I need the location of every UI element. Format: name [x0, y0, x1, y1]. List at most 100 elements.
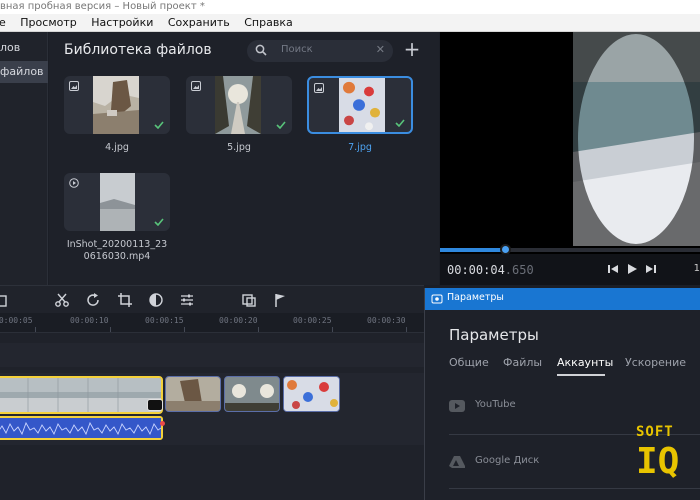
- audio-waveform: [0, 418, 162, 438]
- video-clip-main[interactable]: [0, 376, 163, 414]
- thumbnail-inshot: [100, 173, 135, 231]
- preview-player: 00:00:04.650 1: [440, 32, 700, 285]
- volume-value: 1: [693, 263, 700, 274]
- clear-search-icon[interactable]: ✕: [376, 43, 385, 56]
- menu-item-settings[interactable]: Настройки: [91, 14, 153, 32]
- ruler-tick: [35, 327, 36, 332]
- ruler-label-15: 00:00:15: [145, 316, 184, 325]
- ruler-tick: [184, 327, 185, 332]
- tab-acceleration[interactable]: Ускорение: [625, 356, 686, 369]
- google-drive-icon: [449, 456, 465, 468]
- previous-frame-icon[interactable]: [606, 262, 620, 276]
- file-library: Библиотека файлов Поиск ✕ + 4.jpg 5.jpg: [49, 32, 439, 285]
- menu-item-view[interactable]: Просмотр: [20, 14, 76, 32]
- file-card-4[interactable]: [64, 76, 170, 134]
- ruler-tick: [110, 327, 111, 332]
- thumbnail-5: [215, 76, 261, 134]
- insert-clip-icon[interactable]: [241, 292, 257, 308]
- progress-fill: [440, 248, 505, 252]
- image-clip-5[interactable]: [224, 376, 280, 412]
- watermark-top: SOFT: [636, 424, 674, 440]
- dialog-window-title: Параметры: [447, 292, 504, 303]
- file-card-5[interactable]: [186, 76, 292, 134]
- menu-bar: е Просмотр Настройки Сохранить Справка: [0, 14, 700, 32]
- image-icon: [314, 83, 324, 93]
- sidebar-item-1[interactable]: лов: [0, 37, 48, 59]
- thumbnail-4: [93, 76, 139, 134]
- next-frame-icon[interactable]: [644, 262, 658, 276]
- clip-thumb-7: [284, 377, 339, 411]
- watermark-bottom: IQ: [636, 441, 680, 482]
- cut-icon[interactable]: [54, 292, 70, 308]
- file-card-inshot[interactable]: [64, 173, 170, 231]
- dialog-titlebar: Параметры: [425, 288, 700, 310]
- dialog-heading: Параметры: [449, 326, 539, 344]
- ruler-label-10: 00:00:10: [70, 316, 109, 325]
- time-display: 00:00:04.650: [447, 263, 534, 277]
- clip-frames: [0, 378, 161, 412]
- ruler-tick: [406, 327, 407, 332]
- image-icon: [69, 81, 79, 91]
- image-icon: [191, 81, 201, 91]
- sidebar-item-files[interactable]: файлов: [0, 61, 48, 83]
- player-controls: 00:00:04.650 1: [440, 254, 700, 285]
- ruler-label-20: 00:00:20: [219, 316, 258, 325]
- account-google-drive-label: Google Диск: [475, 455, 540, 466]
- thumbnail-7: [339, 78, 385, 132]
- clip-thumb-4: [166, 377, 220, 411]
- rotate-icon[interactable]: [85, 292, 101, 308]
- check-icon: [395, 119, 405, 127]
- tab-accounts[interactable]: Аккаунты: [557, 356, 613, 369]
- audio-track-clip[interactable]: [0, 416, 163, 440]
- preview-frame: [573, 32, 700, 246]
- account-youtube-label: YouTube: [475, 399, 516, 410]
- app-icon: [431, 294, 443, 304]
- file-name-7: 7.jpg: [348, 142, 372, 153]
- tab-general[interactable]: Общие: [449, 356, 489, 369]
- search-placeholder: Поиск: [281, 44, 313, 55]
- marker-flag-icon[interactable]: [272, 292, 288, 308]
- softiq-watermark: SOFT IQ: [636, 424, 692, 490]
- transition-marker[interactable]: [147, 399, 163, 411]
- file-name-5: 5.jpg: [227, 142, 251, 153]
- library-title: Библиотека файлов: [64, 42, 212, 58]
- timeline-tracks: [0, 333, 424, 500]
- menu-item-file[interactable]: е: [0, 14, 6, 32]
- image-clip-4[interactable]: [165, 376, 221, 412]
- check-icon: [154, 121, 164, 129]
- play-icon[interactable]: [625, 262, 639, 276]
- file-name-4: 4.jpg: [105, 142, 129, 153]
- menu-item-save[interactable]: Сохранить: [168, 14, 230, 32]
- timeline-ruler[interactable]: 00:00:05 00:00:10 00:00:15 00:00:20 00:0…: [0, 313, 424, 333]
- file-name-inshot-line2: 0616030.mp4: [83, 251, 151, 262]
- ruler-label-5: 00:00:05: [0, 316, 33, 325]
- file-name-inshot: InShot_20200113_23 0616030.mp4: [57, 239, 177, 263]
- active-tab-indicator: [557, 374, 605, 376]
- delete-icon[interactable]: [0, 292, 10, 308]
- image-clip-7[interactable]: [283, 376, 340, 412]
- clip-thumb-5: [225, 377, 279, 411]
- search-icon: [255, 44, 267, 56]
- overlay-lane[interactable]: [0, 343, 424, 367]
- audio-end-marker: [160, 421, 165, 426]
- menu-item-help[interactable]: Справка: [244, 14, 292, 32]
- ruler-label-30: 00:00:30: [367, 316, 406, 325]
- timeline-toolbar: [0, 285, 424, 313]
- tab-files[interactable]: Файлы: [503, 356, 542, 369]
- crop-icon[interactable]: [117, 292, 133, 308]
- properties-icon[interactable]: [179, 292, 195, 308]
- search-input[interactable]: Поиск ✕: [247, 40, 393, 62]
- time-main: 00:00:04: [447, 263, 505, 277]
- sidebar: лов файлов: [0, 32, 48, 285]
- video-icon: [69, 178, 79, 188]
- file-card-7[interactable]: [307, 76, 413, 134]
- ruler-label-25: 00:00:25: [293, 316, 332, 325]
- add-file-button[interactable]: +: [403, 39, 421, 59]
- color-adjust-icon[interactable]: [148, 292, 164, 308]
- playback-progress[interactable]: [440, 244, 700, 255]
- youtube-icon: [449, 400, 465, 412]
- time-ms: .650: [504, 263, 534, 277]
- window-title: вная пробная версия – Новый проект *: [0, 0, 700, 14]
- check-icon: [154, 218, 164, 226]
- file-name-inshot-line1: InShot_20200113_23: [66, 239, 168, 250]
